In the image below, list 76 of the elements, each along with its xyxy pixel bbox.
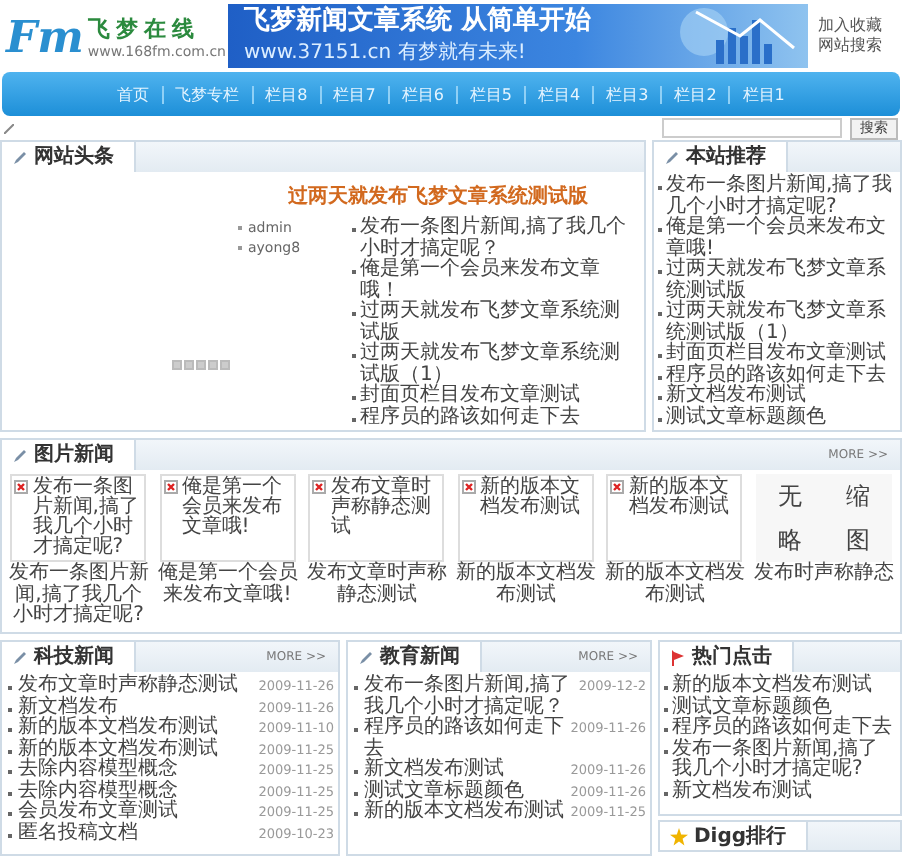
image-alt-text: 新的版本文档发布测试	[479, 478, 582, 518]
broken-image[interactable]: 发布文章时声称静态测试	[308, 474, 445, 562]
news-link[interactable]: 封面页栏目发布文章测试	[666, 344, 898, 365]
news-link[interactable]: 程序员的路该如何走下去	[672, 718, 898, 739]
news-link[interactable]: 新的版本文档发布测试	[364, 802, 564, 823]
picture-caption[interactable]: 俺是第一个会员来发布文章哦!	[155, 564, 300, 606]
search-field[interactable]	[662, 118, 842, 138]
banner-slogan: www.37151.cn 有梦就有未来!	[244, 39, 526, 66]
image-alt-text: 发布文章时声称静态测试	[330, 478, 433, 538]
broken-image-icon	[312, 480, 327, 494]
logo-mark: Fm	[6, 15, 84, 59]
placeholder-text: 略	[777, 523, 802, 557]
news-link[interactable]: 过两天就发布飞梦文章系统测试版（1）	[666, 302, 898, 344]
news-link[interactable]: 去除内容模型概念	[18, 760, 178, 781]
picture-caption[interactable]: 新的版本文档发布测试	[453, 564, 598, 606]
news-link[interactable]: 俺是第一个会员来发布文章哦！	[360, 260, 636, 302]
news-link[interactable]: 过两天就发布飞梦文章系统测试版（1）	[360, 344, 636, 386]
placeholder-text: 无	[777, 479, 802, 513]
broken-image[interactable]: 俺是第一个会员来发布文章哦!	[159, 474, 296, 562]
featured-headline[interactable]: 过两天就发布飞梦文章系统测试版	[232, 172, 644, 218]
banner-title: 飞梦新闻文章系统 从简单开始	[244, 6, 592, 38]
news-link[interactable]: 过两天就发布飞梦文章系统测试版	[666, 260, 898, 302]
news-link[interactable]: 新的版本文档发布测试	[672, 676, 898, 697]
news-link[interactable]: 发布一条图片新闻,搞了我几个小时才搞定呢？	[364, 676, 575, 718]
news-link[interactable]: 过两天就发布飞梦文章系统测试版	[360, 302, 636, 344]
news-link[interactable]: 程序员的路该如何走下去	[666, 365, 898, 386]
news-link[interactable]: 新的版本文档发布测试	[18, 718, 218, 739]
bar-chart-drawing	[676, 8, 796, 64]
news-link[interactable]: 测试文章标题颜色	[364, 781, 524, 802]
header-link[interactable]: 加入收藏	[818, 16, 882, 36]
broken-image[interactable]: 新的版本文档发布测试	[606, 474, 743, 562]
news-link[interactable]: 发布文章时声称静态测试	[18, 676, 238, 697]
news-link[interactable]: 俺是第一个会员来发布文章哦!	[666, 218, 898, 260]
picture-caption[interactable]: 发布时声称静态	[753, 564, 894, 585]
placeholder-text: 图	[845, 523, 870, 557]
broken-image-icon	[163, 480, 178, 494]
news-link[interactable]: 发布一条图片新闻,搞了我几个小时才搞定呢?	[672, 739, 898, 781]
news-link[interactable]: 发布一条图片新闻,搞了我几个小时才搞定呢？	[360, 218, 636, 260]
panel-title: 热门点击	[692, 647, 772, 667]
flag-icon	[670, 649, 686, 665]
news-link[interactable]: 新文档发布	[18, 697, 118, 718]
panel-title: 图片新闻	[34, 445, 114, 465]
broken-image[interactable]: 新的版本文档发布测试	[457, 474, 594, 562]
news-link[interactable]: 发布一条图片新闻,搞了我几个小时才搞定呢?	[666, 176, 898, 218]
panel-title: 科技新闻	[34, 647, 114, 667]
broken-image[interactable]: 发布一条图片新闻,搞了我几个小时才搞定呢?	[10, 474, 147, 562]
picture-caption[interactable]: 发布一条图片新闻,搞了我几个小时才搞定呢?	[6, 564, 151, 627]
panel-title: Digg排行	[694, 827, 787, 847]
news-link[interactable]: 会员发布文章测试	[18, 802, 178, 823]
placeholder-text: 缩	[845, 479, 870, 513]
image-alt-text: 发布一条图片新闻,搞了我几个小时才搞定呢?	[32, 478, 141, 558]
picture-caption[interactable]: 新的版本文档发布测试	[602, 564, 747, 606]
news-link[interactable]: 新文档发布测试	[672, 781, 898, 802]
panel-title: 本站推荐	[686, 147, 766, 167]
news-link[interactable]: 新文档发布测试	[666, 386, 898, 407]
panel-title: 教育新闻	[380, 647, 460, 667]
news-link[interactable]: 新的版本文档发布测试	[18, 739, 218, 760]
news-link[interactable]: 去除内容模型概念	[18, 781, 178, 802]
logo-title: 飞梦在线	[87, 13, 202, 43]
broken-image-icon	[461, 480, 476, 494]
news-link[interactable]: 新文档发布测试	[364, 760, 504, 781]
news-link[interactable]: 程序员的路该如何走下去	[364, 718, 567, 760]
image-alt-text: 新的版本文档发布测试	[628, 478, 731, 518]
broken-image-icon	[14, 480, 29, 494]
image-alt-text: 俺是第一个会员来发布文章哦!	[181, 478, 284, 538]
panel-title: 网站头条	[34, 147, 114, 167]
header-link[interactable]: 网站搜索	[818, 36, 882, 56]
star-icon	[670, 828, 688, 846]
no-thumbnail-image[interactable]: 无 缩 略 图	[755, 474, 892, 562]
news-link[interactable]: 测试文章标题颜色	[672, 697, 898, 718]
news-link[interactable]: 程序员的路该如何走下去	[360, 407, 636, 428]
news-link[interactable]: 匿名投稿文档	[18, 823, 138, 844]
news-link[interactable]: 封面页栏目发布文章测试	[360, 386, 636, 407]
broken-image-icon	[610, 480, 625, 494]
news-link[interactable]: 测试文章标题颜色	[666, 407, 898, 428]
picture-caption[interactable]: 发布文章时声称静态测试	[304, 564, 449, 606]
